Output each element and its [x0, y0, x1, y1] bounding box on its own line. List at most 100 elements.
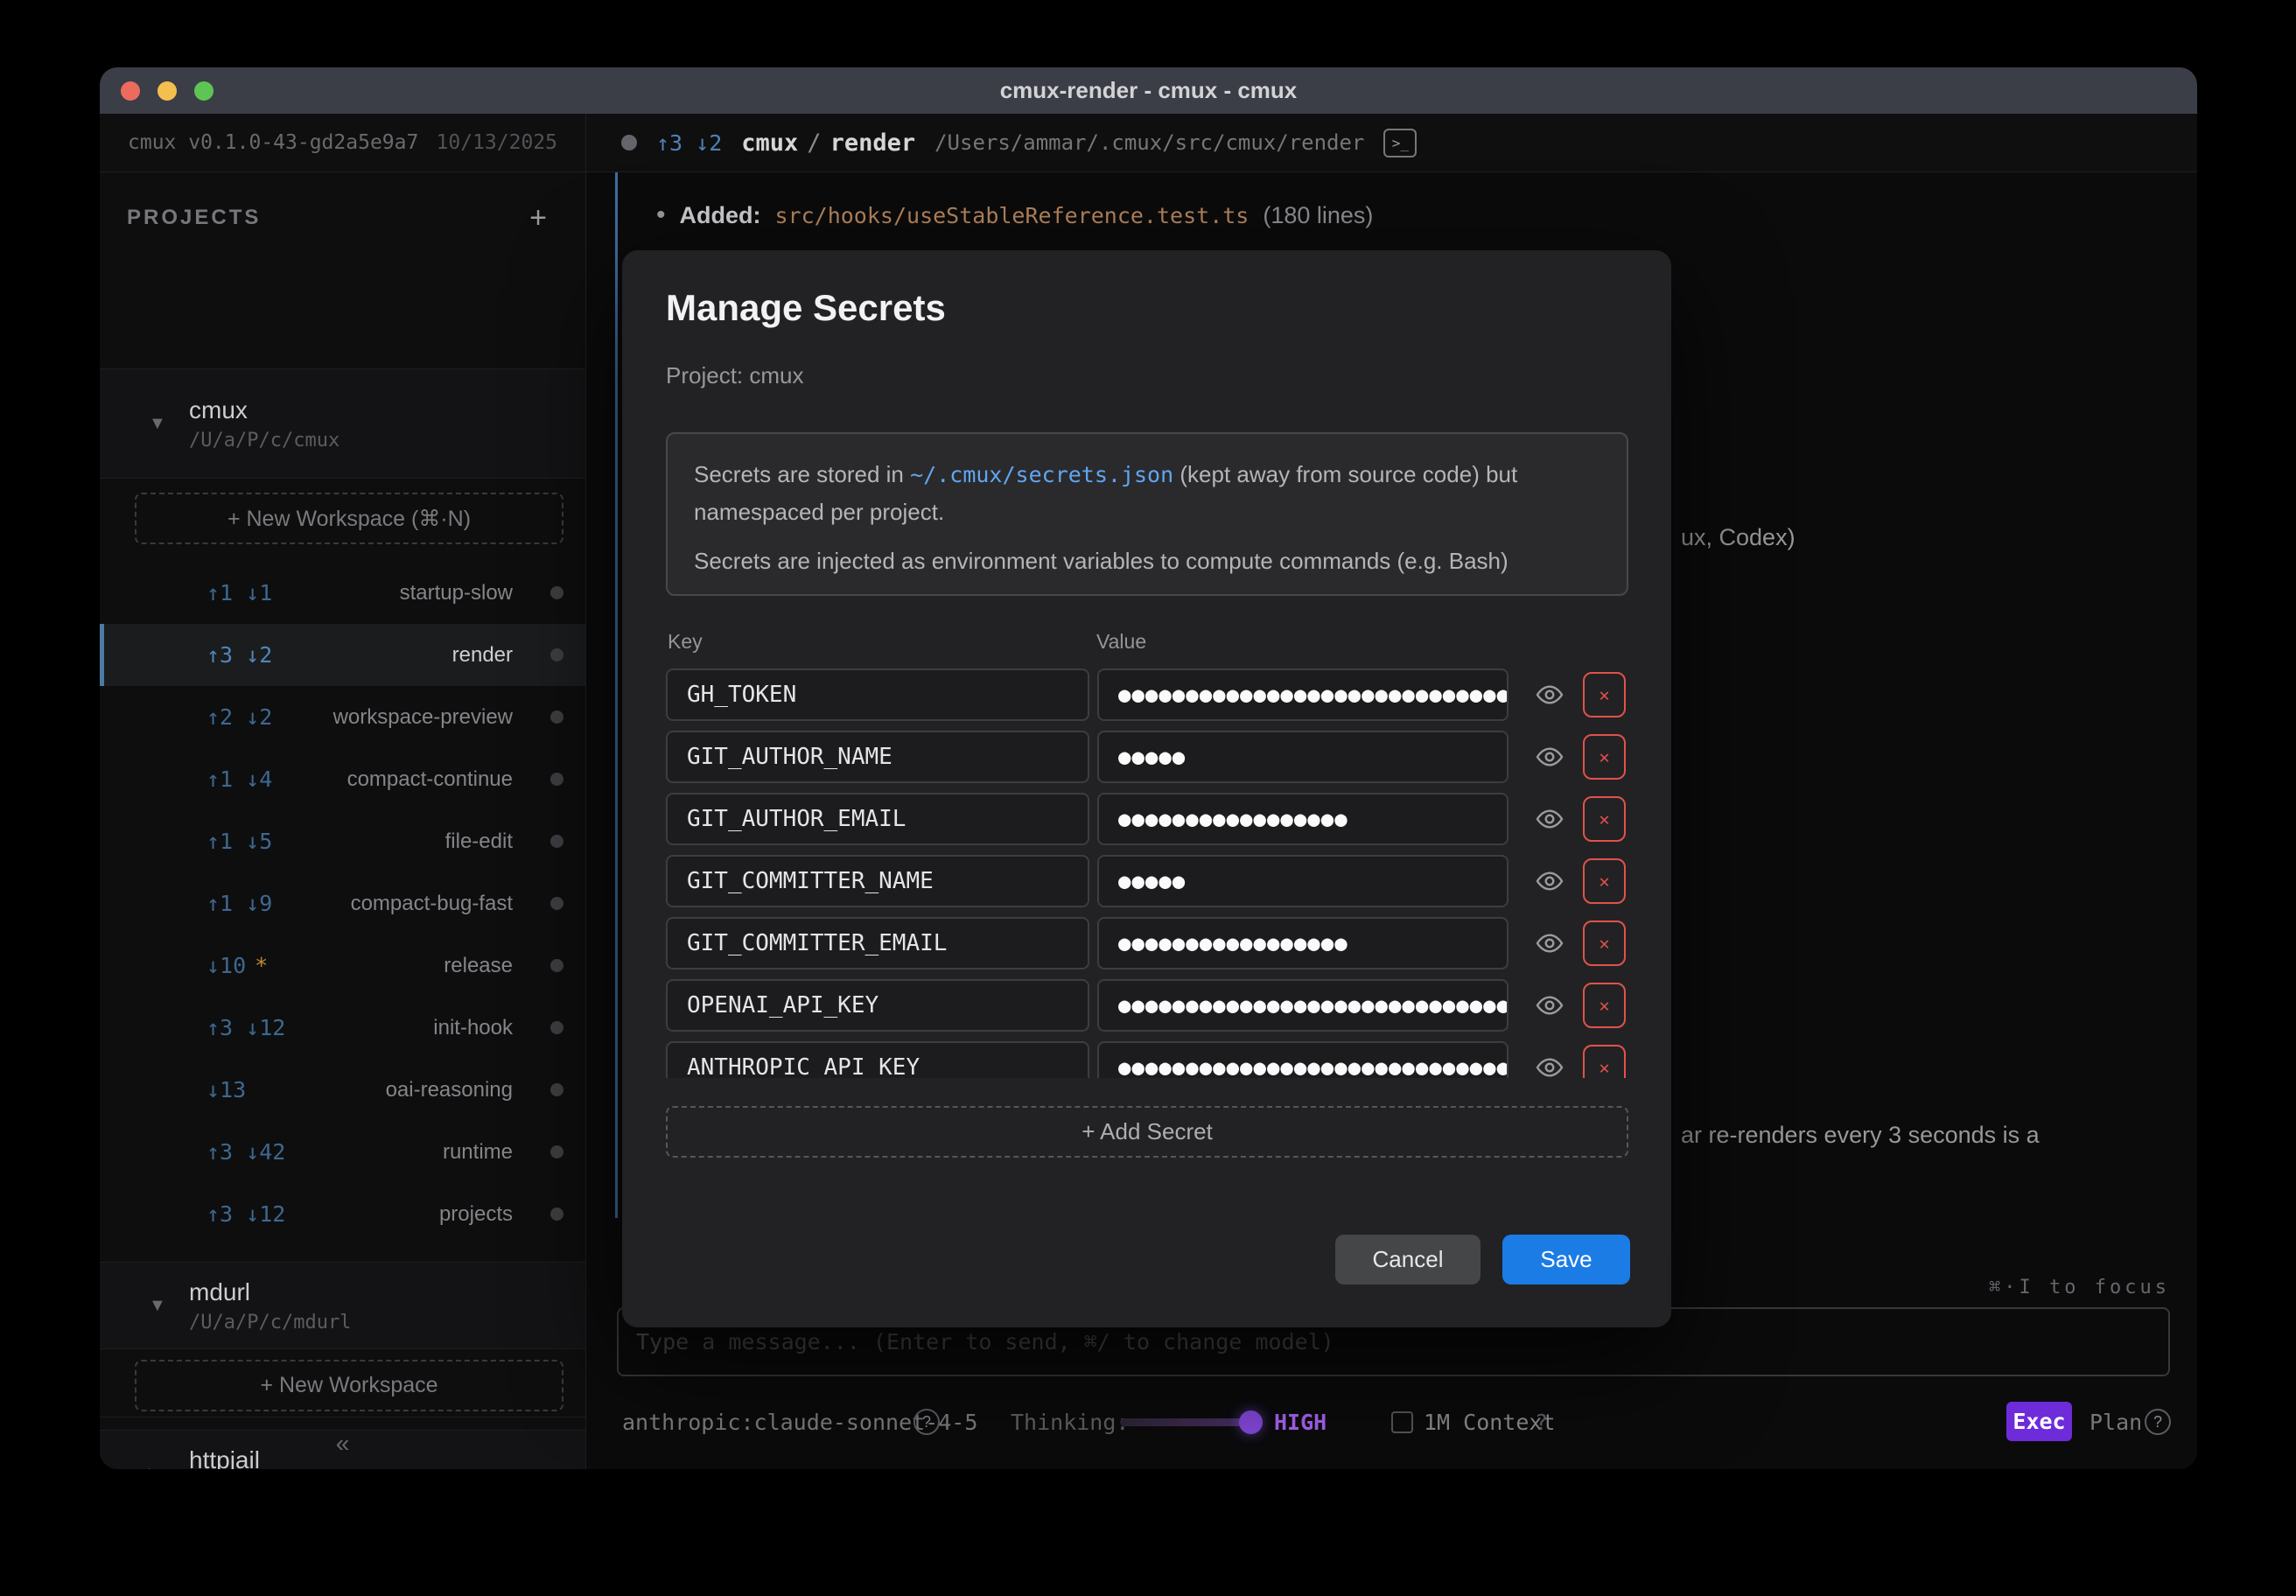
- reveal-value-eye-icon[interactable]: [1536, 681, 1564, 709]
- add-project-button[interactable]: +: [529, 201, 547, 235]
- focus-shortcut-hint: ⌘·I to focus: [1989, 1277, 2170, 1298]
- mode-info-icon[interactable]: ?: [2145, 1409, 2171, 1435]
- context-help-icon[interactable]: ?: [1535, 1391, 1548, 1452]
- chat-added-line: • Added: src/hooks/useStableReference.te…: [656, 200, 1373, 230]
- workspace-status-dot: [550, 773, 564, 786]
- remove-secret-button[interactable]: ✕: [1583, 858, 1626, 904]
- secret-value-input[interactable]: ●●●●●●●●●●●●●●●●●●●●●●●●●●●●●●: [1097, 1041, 1508, 1078]
- collapse-sidebar-icon[interactable]: «: [336, 1430, 350, 1458]
- minimize-window-button[interactable]: [158, 81, 177, 101]
- workspace-item-oai-reasoning[interactable]: ↓13 oai-reasoning: [100, 1059, 585, 1121]
- projects-header: PROJECTS +: [100, 172, 585, 263]
- add-secret-button[interactable]: + Add Secret: [666, 1106, 1628, 1158]
- reveal-value-eye-icon[interactable]: [1536, 805, 1564, 833]
- workspace-item-workspace-preview[interactable]: ↑2 ↓2 workspace-preview: [100, 686, 585, 748]
- secret-value-input[interactable]: ●●●●●●●●●●●●●●●●●: [1097, 793, 1508, 845]
- reveal-value-eye-icon[interactable]: [1536, 929, 1564, 957]
- project-item-cmux[interactable]: ▼ cmux /U/a/P/c/cmux: [100, 368, 585, 479]
- secret-value-input[interactable]: ●●●●●●●●●●●●●●●●●●●●●●●●●●●●●●: [1097, 979, 1508, 1032]
- key-column-header: Key: [668, 630, 703, 654]
- chevron-down-icon[interactable]: ▼: [149, 1296, 172, 1316]
- info-line-1: Secrets are stored in ~/.cmux/secrets.js…: [694, 456, 1600, 530]
- sidebar: PROJECTS + ▼ cmux /U/a/P/c/cmux + New Wo…: [100, 172, 586, 1469]
- secret-row-git-committer-name: GIT_COMMITTER_NAME ●●●●● ✕: [666, 855, 1632, 907]
- close-window-button[interactable]: [121, 81, 140, 101]
- reveal-value-eye-icon[interactable]: [1536, 867, 1564, 895]
- workspace-status-dot: [550, 897, 564, 910]
- secret-key-input[interactable]: GIT_COMMITTER_EMAIL: [666, 917, 1089, 970]
- project-path: /U/a/P/c/mdurl: [189, 1312, 351, 1334]
- new-workspace-button[interactable]: + New Workspace (⌘·N): [135, 493, 564, 544]
- project-name: mdurl: [189, 1278, 351, 1306]
- workspace-item-projects[interactable]: ↑3 ↓12 projects: [100, 1183, 585, 1245]
- project-name: cmux: [189, 396, 340, 424]
- secret-key-input[interactable]: GH_TOKEN: [666, 668, 1089, 721]
- message-placeholder: Type a message... (Enter to send, ⌘/ to …: [636, 1329, 1334, 1354]
- app-version: cmux v0.1.0-43-gd2a5e9a7: [128, 131, 418, 154]
- remove-secret-button[interactable]: ✕: [1583, 983, 1626, 1028]
- secrets-file-path: ~/.cmux/secrets.json: [910, 462, 1173, 487]
- window-title: cmux-render - cmux - cmux: [1000, 77, 1298, 104]
- remove-secret-button[interactable]: ✕: [1583, 796, 1626, 842]
- cancel-button[interactable]: Cancel: [1335, 1235, 1480, 1284]
- remove-secret-button[interactable]: ✕: [1583, 734, 1626, 780]
- top-header: cmux v0.1.0-43-gd2a5e9a7 10/13/2025 ↑3 ↓…: [100, 114, 2197, 172]
- workspace-status-dot: [550, 1208, 564, 1221]
- context-1m-checkbox[interactable]: [1391, 1411, 1413, 1433]
- remove-secret-button[interactable]: ✕: [1583, 1045, 1626, 1078]
- chat-text-fragment: ux, Codex): [1681, 524, 1796, 551]
- secret-value-input[interactable]: ●●●●●: [1097, 855, 1508, 907]
- thinking-slider-thumb[interactable]: [1239, 1410, 1263, 1434]
- new-workspace-button[interactable]: + New Workspace: [135, 1360, 564, 1411]
- secret-value-input[interactable]: ●●●●●: [1097, 731, 1508, 783]
- workspace-item-file-edit[interactable]: ↑1 ↓5 file-edit: [100, 810, 585, 872]
- project-path: /U/a/P/c/cmux: [189, 430, 340, 452]
- secret-key-input[interactable]: GIT_AUTHOR_EMAIL: [666, 793, 1089, 845]
- save-button[interactable]: Save: [1502, 1235, 1630, 1284]
- reveal-value-eye-icon[interactable]: [1536, 1054, 1564, 1078]
- workspace-status-dot: [550, 648, 564, 662]
- build-date: 10/13/2025: [437, 131, 557, 154]
- workspace-status-dot: [550, 959, 564, 972]
- workspace-item-runtime[interactable]: ↑3 ↓42 runtime: [100, 1121, 585, 1183]
- secret-key-input[interactable]: GIT_AUTHOR_NAME: [666, 731, 1089, 783]
- secret-row-anthropic-api-key: ANTHROPIC_API_KEY ●●●●●●●●●●●●●●●●●●●●●●…: [666, 1041, 1632, 1078]
- workspace-item-compact-bug-fast[interactable]: ↑1 ↓9 compact-bug-fast: [100, 872, 585, 934]
- remove-secret-button[interactable]: ✕: [1583, 672, 1626, 718]
- secret-key-input[interactable]: OPENAI_API_KEY: [666, 979, 1089, 1032]
- thinking-label: Thinking:: [1011, 1391, 1129, 1452]
- workspace-stats: ↑3 ↓2: [656, 130, 722, 156]
- workspace-item-init-hook[interactable]: ↑3 ↓12 init-hook: [100, 997, 585, 1059]
- stream-indicator-line: [615, 172, 618, 1218]
- secret-value-input[interactable]: ●●●●●●●●●●●●●●●●●●●●●●●●●●●●●●: [1097, 668, 1508, 721]
- project-item-mdurl[interactable]: ▼ mdurl /U/a/P/c/mdurl: [100, 1262, 585, 1349]
- workspace-status-dot: [550, 710, 564, 724]
- workspace-status-dot: [550, 586, 564, 599]
- workspace-path: /Users/ammar/.cmux/src/cmux/render: [934, 130, 1364, 155]
- secret-key-input[interactable]: ANTHROPIC_API_KEY: [666, 1041, 1089, 1078]
- secret-key-input[interactable]: GIT_COMMITTER_NAME: [666, 855, 1089, 907]
- workspace-item-startup-slow[interactable]: ↑1 ↓1 startup-slow: [100, 562, 585, 624]
- workspace-item-compact-continue[interactable]: ↑1 ↓4 compact-continue: [100, 748, 585, 810]
- workspace-item-render[interactable]: ↑3 ↓2 render: [100, 624, 585, 686]
- terminal-icon[interactable]: >_: [1383, 129, 1417, 158]
- workspace-item-release[interactable]: ↓10 * release: [100, 934, 585, 997]
- plan-mode-button[interactable]: Plan: [2090, 1391, 2142, 1452]
- remove-secret-button[interactable]: ✕: [1583, 920, 1626, 966]
- dialog-project-line: Project: cmux: [666, 362, 804, 389]
- secret-value-input[interactable]: ●●●●●●●●●●●●●●●●●: [1097, 917, 1508, 970]
- model-help-icon[interactable]: ?: [914, 1409, 940, 1435]
- reveal-value-eye-icon[interactable]: [1536, 743, 1564, 771]
- exec-mode-button[interactable]: Exec: [2006, 1402, 2072, 1441]
- secrets-info-box: Secrets are stored in ~/.cmux/secrets.js…: [666, 432, 1628, 596]
- workspace-list: ↑1 ↓1 startup-slow ↑3 ↓2 render ↑2 ↓2 wo…: [100, 562, 585, 1245]
- app-window: • Added: src/hooks/useStableReference.ts…: [100, 67, 2197, 1469]
- status-bar: anthropic:claude-sonnet-4-5 ? Thinking: …: [586, 1391, 2197, 1452]
- thinking-level-badge: HIGH: [1274, 1391, 1326, 1452]
- dialog-title: Manage Secrets: [666, 287, 946, 329]
- chevron-down-icon[interactable]: ▼: [149, 414, 172, 434]
- session-status-dot: [621, 135, 637, 150]
- reveal-value-eye-icon[interactable]: [1536, 991, 1564, 1019]
- breadcrumb: cmux/render: [741, 130, 915, 157]
- zoom-window-button[interactable]: [194, 81, 214, 101]
